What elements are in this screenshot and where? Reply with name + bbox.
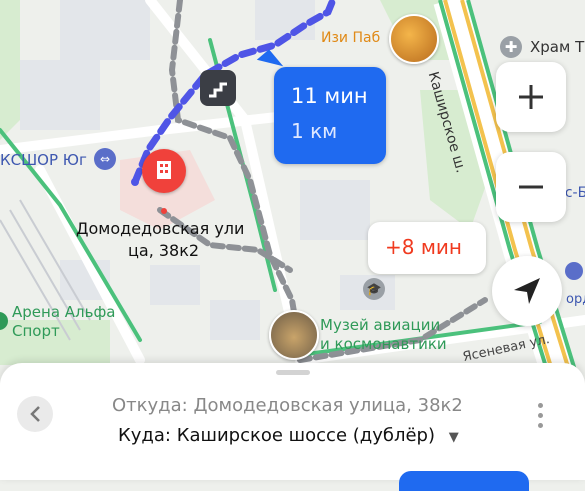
alt-route-delta: +8 мин — [385, 235, 463, 259]
navigation-arrow-icon — [514, 278, 540, 304]
right-edge-poi-icon[interactable] — [565, 262, 583, 280]
zoom-in-button[interactable] — [496, 62, 566, 132]
arena-label-line1: Арена Альфа — [12, 303, 116, 321]
back-button[interactable] — [17, 396, 53, 432]
plus-icon — [519, 85, 543, 109]
to-address-text: Куда: Каширское шоссе (дублёр) — [118, 425, 435, 446]
route-time: 11 мин — [291, 84, 368, 108]
destination-label-line2: ца, 38к2 — [128, 241, 200, 260]
destination-label-line1: Домодедовская ули — [76, 219, 245, 238]
pub-photo-marker[interactable] — [389, 14, 439, 64]
route-distance: 1 км — [291, 119, 338, 143]
pin-dot — [161, 208, 167, 214]
dropdown-caret-icon[interactable]: ▼ — [449, 430, 459, 445]
museum-label-line2: и космонавтики — [320, 335, 447, 353]
more-options-icon[interactable] — [535, 403, 545, 433]
destination-pin-icon[interactable] — [142, 149, 186, 193]
route-bottom-sheet[interactable]: Откуда: Домодедовская улица, 38к2 Куда: … — [0, 363, 585, 491]
pub-label: Изи Паб — [321, 30, 381, 46]
education-icon[interactable]: 🎓 — [363, 278, 385, 300]
temple-label: Храм Т — [530, 38, 585, 56]
right-edge-poi2-label: ордео — [566, 292, 585, 307]
arena-label-line2: Спорт — [12, 322, 60, 340]
museum-photo-marker[interactable] — [269, 310, 319, 360]
main-route-callout[interactable]: 11 мин 1 км — [274, 67, 386, 164]
temple-icon[interactable]: ✚ — [500, 36, 522, 58]
chevron-left-icon — [30, 406, 40, 422]
go-button[interactable] — [399, 471, 529, 491]
sport-school-label: КСШОР Юг — [0, 151, 87, 169]
museum-label-line1: Музей авиации — [320, 316, 441, 334]
alt-route-callout[interactable]: +8 мин — [368, 222, 486, 274]
to-address[interactable]: Куда: Каширское шоссе (дублёр) ▼ — [118, 425, 459, 446]
stairs-icon — [200, 70, 236, 106]
sport-icon[interactable]: ⇔ — [94, 148, 116, 170]
zoom-out-button[interactable] — [496, 152, 566, 222]
minus-icon — [519, 185, 543, 189]
locate-me-button[interactable] — [492, 256, 562, 326]
from-address[interactable]: Откуда: Домодедовская улица, 38к2 — [112, 395, 463, 416]
sheet-handle[interactable] — [276, 370, 310, 375]
